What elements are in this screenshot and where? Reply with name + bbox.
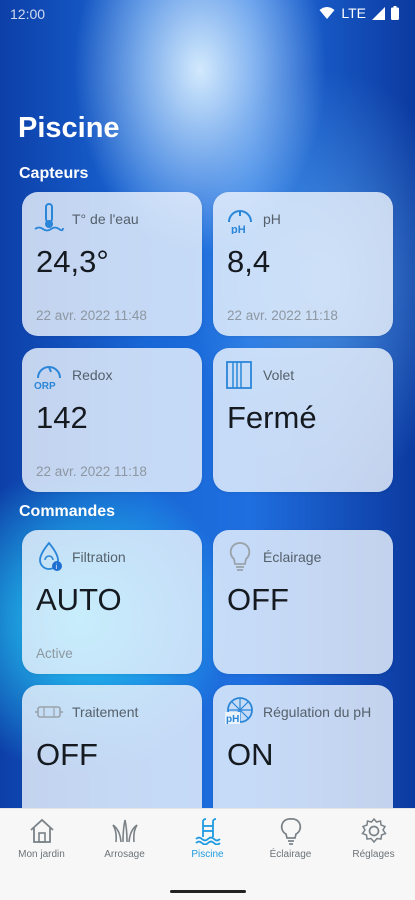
sensor-value: 142 xyxy=(36,400,88,435)
svg-text:pH: pH xyxy=(226,714,239,725)
svg-text:pH: pH xyxy=(231,224,246,234)
signal-icon xyxy=(372,6,385,20)
ph-gauge-icon: pH xyxy=(228,210,252,234)
control-value: OFF xyxy=(36,737,98,772)
nav-item-piscine[interactable]: Piscine xyxy=(166,817,249,875)
wifi-icon xyxy=(319,7,335,19)
page-title: Piscine xyxy=(18,112,120,144)
control-label: Filtration xyxy=(72,549,126,565)
grass-icon xyxy=(111,819,138,843)
treatment-icon xyxy=(35,706,63,718)
nav-item-eclairage[interactable]: Éclairage xyxy=(249,817,332,875)
network-type: LTE xyxy=(341,5,366,21)
sensor-label: T° de l'eau xyxy=(72,211,139,227)
filtration-icon: i xyxy=(39,541,62,571)
sensor-value: 24,3° xyxy=(36,244,109,279)
nav-item-reglages[interactable]: Réglages xyxy=(332,817,415,875)
thermometer-water-icon xyxy=(34,203,64,232)
sensor-label: pH xyxy=(263,211,281,227)
svg-text:ORP: ORP xyxy=(34,381,56,390)
bulb-icon xyxy=(280,818,301,845)
status-time: 12:00 xyxy=(10,6,46,22)
section-sensors-label: Capteurs xyxy=(19,165,89,182)
nav-item-arrosage[interactable]: Arrosage xyxy=(83,817,166,875)
nav-label: Mon jardin xyxy=(18,849,65,860)
sensor-card-shutter[interactable]: Volet Fermé xyxy=(213,348,393,492)
sensor-timestamp: 22 avr. 2022 11:18 xyxy=(36,464,147,479)
control-card-filtration[interactable]: i Filtration AUTO Active xyxy=(22,530,202,674)
sensor-label: Volet xyxy=(263,367,295,383)
sensor-card-ph[interactable]: pH pH 8,4 22 avr. 2022 11:18 xyxy=(213,192,393,336)
control-label: Éclairage xyxy=(263,549,322,565)
home-icon xyxy=(29,818,54,843)
nav-label: Arrosage xyxy=(104,849,145,860)
sensor-value: Fermé xyxy=(227,400,317,435)
ph-regulation-icon: pH xyxy=(225,697,253,725)
control-label: Régulation du pH xyxy=(263,704,372,720)
shutter-icon xyxy=(226,361,252,389)
status-indicators: LTE xyxy=(319,5,399,21)
nav-label: Piscine xyxy=(191,849,224,860)
control-card-lighting[interactable]: Éclairage OFF xyxy=(213,530,393,674)
home-indicator[interactable] xyxy=(170,890,246,893)
control-value: ON xyxy=(227,737,274,772)
sensor-card-water-temp[interactable]: T° de l'eau 24,3° 22 avr. 2022 11:48 xyxy=(22,192,202,336)
control-label: Traitement xyxy=(72,704,139,720)
sensor-card-redox[interactable]: ORP Redox 142 22 avr. 2022 11:18 xyxy=(22,348,202,492)
control-value: OFF xyxy=(227,582,289,617)
bottom-navigation: Mon jardin Arrosage Piscine Éclairage Ré… xyxy=(0,808,415,900)
bulb-icon xyxy=(229,542,251,571)
control-value: AUTO xyxy=(36,582,122,617)
nav-label: Réglages xyxy=(352,849,395,860)
nav-item-mon-jardin[interactable]: Mon jardin xyxy=(0,817,83,875)
gear-icon xyxy=(360,817,387,844)
sensor-label: Redox xyxy=(72,367,113,383)
pool-icon xyxy=(194,818,221,845)
section-controls-label: Commandes xyxy=(19,503,116,520)
sensor-timestamp: 22 avr. 2022 11:18 xyxy=(227,308,338,323)
sensor-value: 8,4 xyxy=(227,244,271,279)
status-bar: 12:00 LTE xyxy=(0,0,415,28)
control-status: Active xyxy=(36,646,73,661)
battery-icon xyxy=(391,6,399,20)
orp-gauge-icon: ORP xyxy=(34,366,61,390)
sensor-timestamp: 22 avr. 2022 11:48 xyxy=(36,308,147,323)
nav-label: Éclairage xyxy=(269,849,312,860)
